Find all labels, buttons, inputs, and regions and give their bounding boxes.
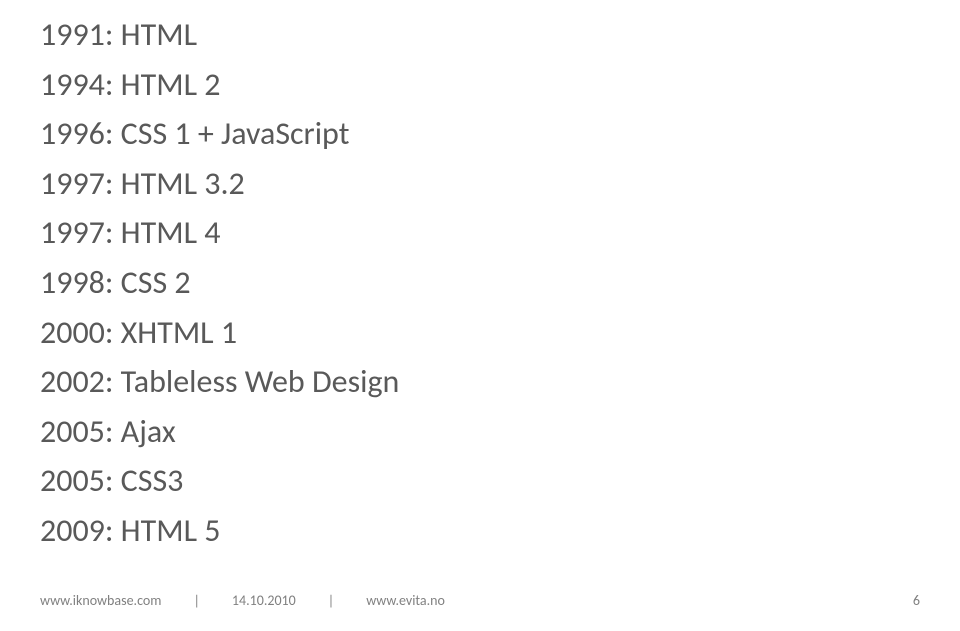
timeline-item: 2002: Tableless Web Design (40, 357, 920, 407)
timeline-item: 1996: CSS 1 + JavaScript (40, 109, 920, 159)
footer-left-url: www.iknowbase.com (40, 592, 161, 609)
page-number: 6 (913, 592, 920, 609)
slide-footer: www.iknowbase.com | 14.10.2010 | www.evi… (40, 592, 920, 609)
footer-separator: | (193, 592, 199, 609)
timeline-item: 1997: HTML 4 (40, 208, 920, 258)
timeline-item: 1994: HTML 2 (40, 60, 920, 110)
timeline-item: 2005: CSS3 (40, 456, 920, 506)
footer-right-url: www.evita.no (366, 592, 445, 609)
timeline-item: 1998: CSS 2 (40, 258, 920, 308)
timeline-item: 1997: HTML 3.2 (40, 159, 920, 209)
timeline-item: 2000: XHTML 1 (40, 308, 920, 358)
footer-separator: | (328, 592, 334, 609)
timeline-item: 1991: HTML (40, 10, 920, 60)
timeline-item: 2005: Ajax (40, 407, 920, 457)
footer-date: 14.10.2010 (232, 592, 296, 609)
timeline-item: 2009: HTML 5 (40, 506, 920, 556)
timeline-list: 1991: HTML 1994: HTML 2 1996: CSS 1 + Ja… (0, 0, 960, 556)
